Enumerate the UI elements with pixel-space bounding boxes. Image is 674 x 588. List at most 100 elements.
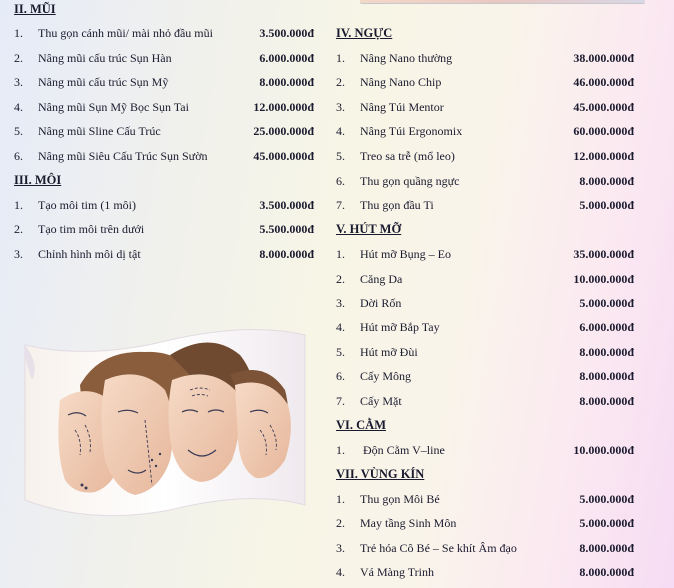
item-name: Căng Da [360, 272, 403, 286]
item-number: 4. [336, 320, 345, 334]
item-price: 8.000.000đ [579, 345, 634, 359]
section-heading-hutmo: V. HÚT MỠ [336, 222, 402, 236]
item-number: 4. [14, 100, 23, 114]
item-name: Thu gọn Môi Bé [360, 492, 440, 506]
item-name: Tạo môi tim (1 môi) [38, 198, 136, 212]
list-item: 6. Thu gọn quầng ngực 8.000.000đ [336, 172, 648, 190]
item-name: Nâng Nano Chip [360, 75, 442, 89]
item-number: 1. [336, 51, 345, 65]
item-price: 8.000.000đ [579, 174, 634, 188]
item-number: 2. [14, 222, 23, 236]
item-number: 5. [336, 149, 345, 163]
item-name: Nâng Túi Mentor [360, 100, 444, 114]
item-number: 1. [336, 247, 345, 261]
list-item: 4. Hút mỡ Bắp Tay 6.000.000đ [336, 318, 648, 336]
list-item: 3. Dời Rốn 5.000.000đ [336, 294, 648, 312]
section-heading-nguc: IV. NGỰC [336, 26, 393, 40]
item-price: 6.000.000đ [579, 320, 634, 334]
list-item: 4. Nâng mũi Sụn Mỹ Bọc Sụn Tai 12.000.00… [14, 98, 314, 116]
item-number: 5. [336, 345, 345, 359]
item-number: 4. [336, 124, 345, 138]
item-number: 4. [336, 565, 345, 579]
item-number: 6. [336, 174, 345, 188]
item-name: Dời Rốn [360, 296, 402, 310]
list-item: 2. Nâng mũi cấu trúc Sụn Hàn 6.000.000đ [14, 49, 314, 67]
item-price: 45.000.000đ [573, 100, 634, 114]
item-number: 1. [14, 198, 23, 212]
list-item: 3. Trẻ hóa Cô Bé – Se khít Âm đạo 8.000.… [336, 539, 648, 557]
item-price: 3.500.000đ [259, 198, 314, 212]
list-item: 1. Độn Cằm V–line 10.000.000đ [336, 441, 648, 459]
item-price: 8.000.000đ [259, 247, 314, 261]
item-name: May tầng Sinh Môn [360, 516, 457, 530]
item-name: Tạo tim môi trên dưới [38, 222, 145, 236]
item-name: Thu gọn đầu Ti [360, 198, 434, 212]
item-name: Chỉnh hình môi dị tật [38, 247, 141, 261]
list-item: 1. Hút mỡ Bụng – Eo 35.000.000đ [336, 245, 648, 263]
item-name: Nâng mũi Siêu Cấu Trúc Sụn Sườn [38, 149, 208, 163]
item-number: 2. [336, 75, 345, 89]
item-price: 5.000.000đ [579, 198, 634, 212]
item-number: 7. [336, 394, 345, 408]
item-name: Thu gọn quầng ngực [360, 174, 460, 188]
item-name: Độn Cằm V–line [363, 443, 445, 457]
list-item: 6. Nâng mũi Siêu Cấu Trúc Sụn Sườn 45.00… [14, 147, 314, 165]
item-price: 5.000.000đ [579, 296, 634, 310]
list-item: 2. Tạo tim môi trên dưới 5.500.000đ [14, 220, 314, 238]
item-name: Nâng mũi Sline Cấu Trúc [38, 124, 161, 138]
item-name: Nâng mũi cấu trúc Sụn Mỹ [38, 75, 169, 89]
list-item: 7. Cấy Mặt 8.000.000đ [336, 392, 648, 410]
item-price: 45.000.000đ [253, 149, 314, 163]
list-item: 6. Cấy Mông 8.000.000đ [336, 367, 648, 385]
item-name: Hút mỡ Đùi [360, 345, 418, 359]
list-item: 4. Nâng Túi Ergonomix 60.000.000đ [336, 122, 648, 140]
face-contour-illustration [24, 329, 306, 517]
item-price: 5.500.000đ [259, 222, 314, 236]
item-price: 5.000.000đ [579, 492, 634, 506]
item-price: 46.000.000đ [573, 75, 634, 89]
item-name: Nâng Nano thường [360, 51, 453, 65]
list-item: 3. Nâng mũi cấu trúc Sụn Mỹ 8.000.000đ [14, 73, 314, 91]
list-item: 3. Nâng Túi Mentor 45.000.000đ [336, 98, 648, 116]
item-name: Nâng mũi Sụn Mỹ Bọc Sụn Tai [38, 100, 189, 114]
item-name: Hút mỡ Bắp Tay [360, 320, 440, 334]
item-price: 10.000.000đ [573, 443, 634, 457]
list-item: 4. Vá Màng Trinh 8.000.000đ [336, 563, 648, 581]
item-number: 3. [336, 541, 345, 555]
item-number: 1. [336, 492, 345, 506]
item-number: 2. [14, 51, 23, 65]
item-price: 38.000.000đ [573, 51, 634, 65]
list-item: 1. Thu gọn cánh mũi/ mài nhỏ đầu mũi 3.5… [14, 24, 314, 42]
section-heading-moi: III. MÔI [14, 173, 62, 187]
item-price: 12.000.000đ [573, 149, 634, 163]
item-number: 6. [14, 149, 23, 163]
item-name: Cấy Mông [360, 369, 411, 383]
section-heading-mui: II. MŨI [14, 2, 56, 16]
item-price: 8.000.000đ [579, 565, 634, 579]
item-number: 3. [336, 296, 345, 310]
item-number: 3. [14, 247, 23, 261]
list-item: 3. Chỉnh hình môi dị tật 8.000.000đ [14, 245, 314, 263]
item-price: 3.500.000đ [259, 26, 314, 40]
item-number: 6. [336, 369, 345, 383]
item-number: 3. [14, 75, 23, 89]
item-name: Nâng Túi Ergonomix [360, 124, 463, 138]
item-name: Nâng mũi cấu trúc Sụn Hàn [38, 51, 172, 65]
item-price: 10.000.000đ [573, 272, 634, 286]
item-number: 7. [336, 198, 345, 212]
list-item: 1. Tạo môi tim (1 môi) 3.500.000đ [14, 196, 314, 214]
list-item: 5. Nâng mũi Sline Cấu Trúc 25.000.000đ [14, 122, 314, 140]
item-name: Cấy Mặt [360, 394, 402, 408]
item-price: 12.000.000đ [253, 100, 314, 114]
item-name: Hút mỡ Bụng – Eo [360, 247, 452, 261]
item-price: 35.000.000đ [573, 247, 634, 261]
top-banner-image [360, 0, 645, 4]
item-price: 6.000.000đ [259, 51, 314, 65]
item-price: 8.000.000đ [579, 541, 634, 555]
item-number: 5. [14, 124, 23, 138]
list-item: 2. Căng Da 10.000.000đ [336, 270, 648, 288]
list-item: 2. May tầng Sinh Môn 5.000.000đ [336, 514, 648, 532]
item-name: Treo sa trễ (mổ leo) [360, 149, 455, 163]
item-number: 1. [336, 443, 345, 457]
item-number: 2. [336, 516, 345, 530]
